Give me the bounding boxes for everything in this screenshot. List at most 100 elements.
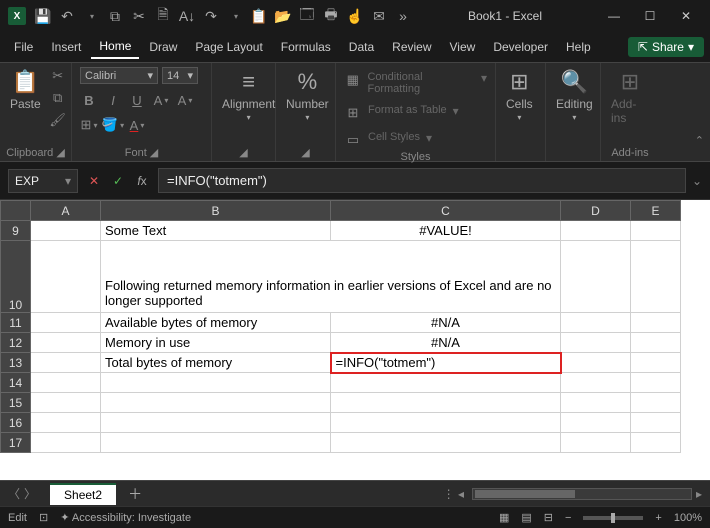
- undo-icon[interactable]: ↶: [58, 7, 76, 25]
- email-icon[interactable]: ✉: [370, 7, 388, 25]
- spreadsheet-grid[interactable]: A B C D E 9 Some Text #VALUE! 10 Followi…: [0, 200, 710, 480]
- tab-data[interactable]: Data: [341, 36, 382, 58]
- cell-styles-button[interactable]: ▭Cell Styles ▾: [344, 131, 432, 149]
- page-break-view-button[interactable]: ⊟: [544, 511, 553, 524]
- cell-b11[interactable]: Available bytes of memory: [101, 313, 331, 333]
- borders-button[interactable]: ⊞: [80, 116, 98, 134]
- insert-function-button[interactable]: fx: [132, 171, 152, 191]
- minimize-button[interactable]: —: [598, 4, 630, 28]
- bold-button[interactable]: B: [80, 91, 98, 109]
- formula-input[interactable]: =INFO("totmem"): [158, 168, 686, 193]
- cell-d12[interactable]: [561, 333, 631, 353]
- copy-button[interactable]: ⧉: [49, 89, 67, 107]
- cell-d9[interactable]: [561, 221, 631, 241]
- expand-formula-bar-button[interactable]: ⌄: [692, 174, 702, 188]
- row-header-10[interactable]: 10: [1, 241, 31, 313]
- tab-formulas[interactable]: Formulas: [273, 36, 339, 58]
- cell-c9[interactable]: #VALUE!: [331, 221, 561, 241]
- sheet-tab-active[interactable]: Sheet2: [50, 483, 116, 505]
- share-button[interactable]: ⇱ Share ▾: [628, 37, 704, 57]
- cell-d10[interactable]: [561, 241, 631, 313]
- row-header-13[interactable]: 13: [1, 353, 31, 373]
- cell-b13[interactable]: Total bytes of memory: [101, 353, 331, 373]
- open-icon[interactable]: 📂: [274, 7, 292, 25]
- zoom-level[interactable]: 100%: [674, 512, 702, 524]
- col-header-b[interactable]: B: [101, 201, 331, 221]
- cut-icon[interactable]: ✂: [130, 7, 148, 25]
- normal-view-button[interactable]: ▦: [499, 511, 509, 524]
- font-size-dropdown[interactable]: 14▾: [162, 67, 198, 84]
- horizontal-scrollbar[interactable]: [472, 488, 692, 500]
- save-icon[interactable]: 💾: [34, 7, 52, 25]
- row-header-16[interactable]: 16: [1, 413, 31, 433]
- cell-b10[interactable]: Following returned memory information in…: [101, 241, 561, 313]
- tab-developer[interactable]: Developer: [485, 36, 556, 58]
- print-preview-icon[interactable]: 🗔: [298, 7, 316, 25]
- collapse-ribbon-button[interactable]: ⌃: [695, 134, 704, 147]
- cell-d13[interactable]: [561, 353, 631, 373]
- cell-a12[interactable]: [31, 333, 101, 353]
- paste-button[interactable]: 📋 Paste: [8, 67, 43, 113]
- redo-icon[interactable]: ↷: [202, 7, 220, 25]
- zoom-in-button[interactable]: +: [655, 512, 661, 524]
- decrease-font-button[interactable]: A: [176, 91, 194, 109]
- cell-c11[interactable]: #N/A: [331, 313, 561, 333]
- cell-a13[interactable]: [31, 353, 101, 373]
- conditional-formatting-button[interactable]: ▦Conditional Formatting ▾: [344, 71, 487, 95]
- col-header-c[interactable]: C: [331, 201, 561, 221]
- addins-button[interactable]: ⊞Add-ins: [609, 67, 651, 127]
- new-file-icon[interactable]: 🗎: [154, 7, 172, 25]
- tab-file[interactable]: File: [6, 36, 41, 58]
- maximize-button[interactable]: ☐: [634, 4, 666, 28]
- tab-page-layout[interactable]: Page Layout: [187, 36, 270, 58]
- row-header-11[interactable]: 11: [1, 313, 31, 333]
- tab-home[interactable]: Home: [91, 35, 139, 59]
- col-header-a[interactable]: A: [31, 201, 101, 221]
- italic-button[interactable]: I: [104, 91, 122, 109]
- next-sheet-button[interactable]: 〉: [24, 485, 36, 502]
- row-header-14[interactable]: 14: [1, 373, 31, 393]
- row-header-17[interactable]: 17: [1, 433, 31, 453]
- cut-button[interactable]: ✂: [49, 67, 67, 85]
- page-layout-view-button[interactable]: ▤: [521, 511, 531, 524]
- select-all-corner[interactable]: [1, 201, 31, 221]
- cell-c12[interactable]: #N/A: [331, 333, 561, 353]
- cell-e11[interactable]: [631, 313, 681, 333]
- cell-b9[interactable]: Some Text: [101, 221, 331, 241]
- cell-e9[interactable]: [631, 221, 681, 241]
- format-as-table-button[interactable]: ⊞Format as Table ▾: [344, 104, 459, 122]
- quick-print-icon[interactable]: 🖶: [322, 7, 340, 25]
- col-header-d[interactable]: D: [561, 201, 631, 221]
- cells-button[interactable]: ⊞Cells▾: [504, 67, 535, 124]
- sort-asc-icon[interactable]: A↓: [178, 7, 196, 25]
- touch-mode-icon[interactable]: ☝: [346, 7, 364, 25]
- zoom-slider[interactable]: [583, 516, 643, 520]
- cell-b12[interactable]: Memory in use: [101, 333, 331, 353]
- cell-a11[interactable]: [31, 313, 101, 333]
- cancel-edit-button[interactable]: ✕: [84, 171, 104, 191]
- font-color-button[interactable]: A: [128, 116, 146, 134]
- copy-icon[interactable]: ⧉: [106, 7, 124, 25]
- cell-d11[interactable]: [561, 313, 631, 333]
- accessibility-status[interactable]: ✦ Accessibility: Investigate: [60, 511, 191, 524]
- paste-icon-qat[interactable]: 📋: [250, 7, 268, 25]
- increase-font-button[interactable]: A: [152, 91, 170, 109]
- cell-e13[interactable]: [631, 353, 681, 373]
- font-name-dropdown[interactable]: Calibri▾: [80, 67, 158, 84]
- tab-help[interactable]: Help: [558, 36, 599, 58]
- redo-dropdown-icon[interactable]: [226, 7, 244, 25]
- new-sheet-button[interactable]: ＋: [128, 484, 142, 504]
- close-button[interactable]: ✕: [670, 4, 702, 28]
- prev-sheet-button[interactable]: 〈: [8, 485, 20, 502]
- col-header-e[interactable]: E: [631, 201, 681, 221]
- tab-review[interactable]: Review: [384, 36, 439, 58]
- undo-dropdown-icon[interactable]: [82, 7, 100, 25]
- fill-color-button[interactable]: 🪣: [104, 116, 122, 134]
- macro-record-icon[interactable]: ⊡: [39, 511, 48, 524]
- alignment-button[interactable]: ≡Alignment▾: [220, 67, 277, 124]
- name-box[interactable]: EXP▾: [8, 169, 78, 193]
- tab-draw[interactable]: Draw: [141, 36, 185, 58]
- cell-c13-editing[interactable]: =INFO("totmem"): [331, 353, 561, 373]
- underline-button[interactable]: U: [128, 91, 146, 109]
- tab-insert[interactable]: Insert: [43, 36, 89, 58]
